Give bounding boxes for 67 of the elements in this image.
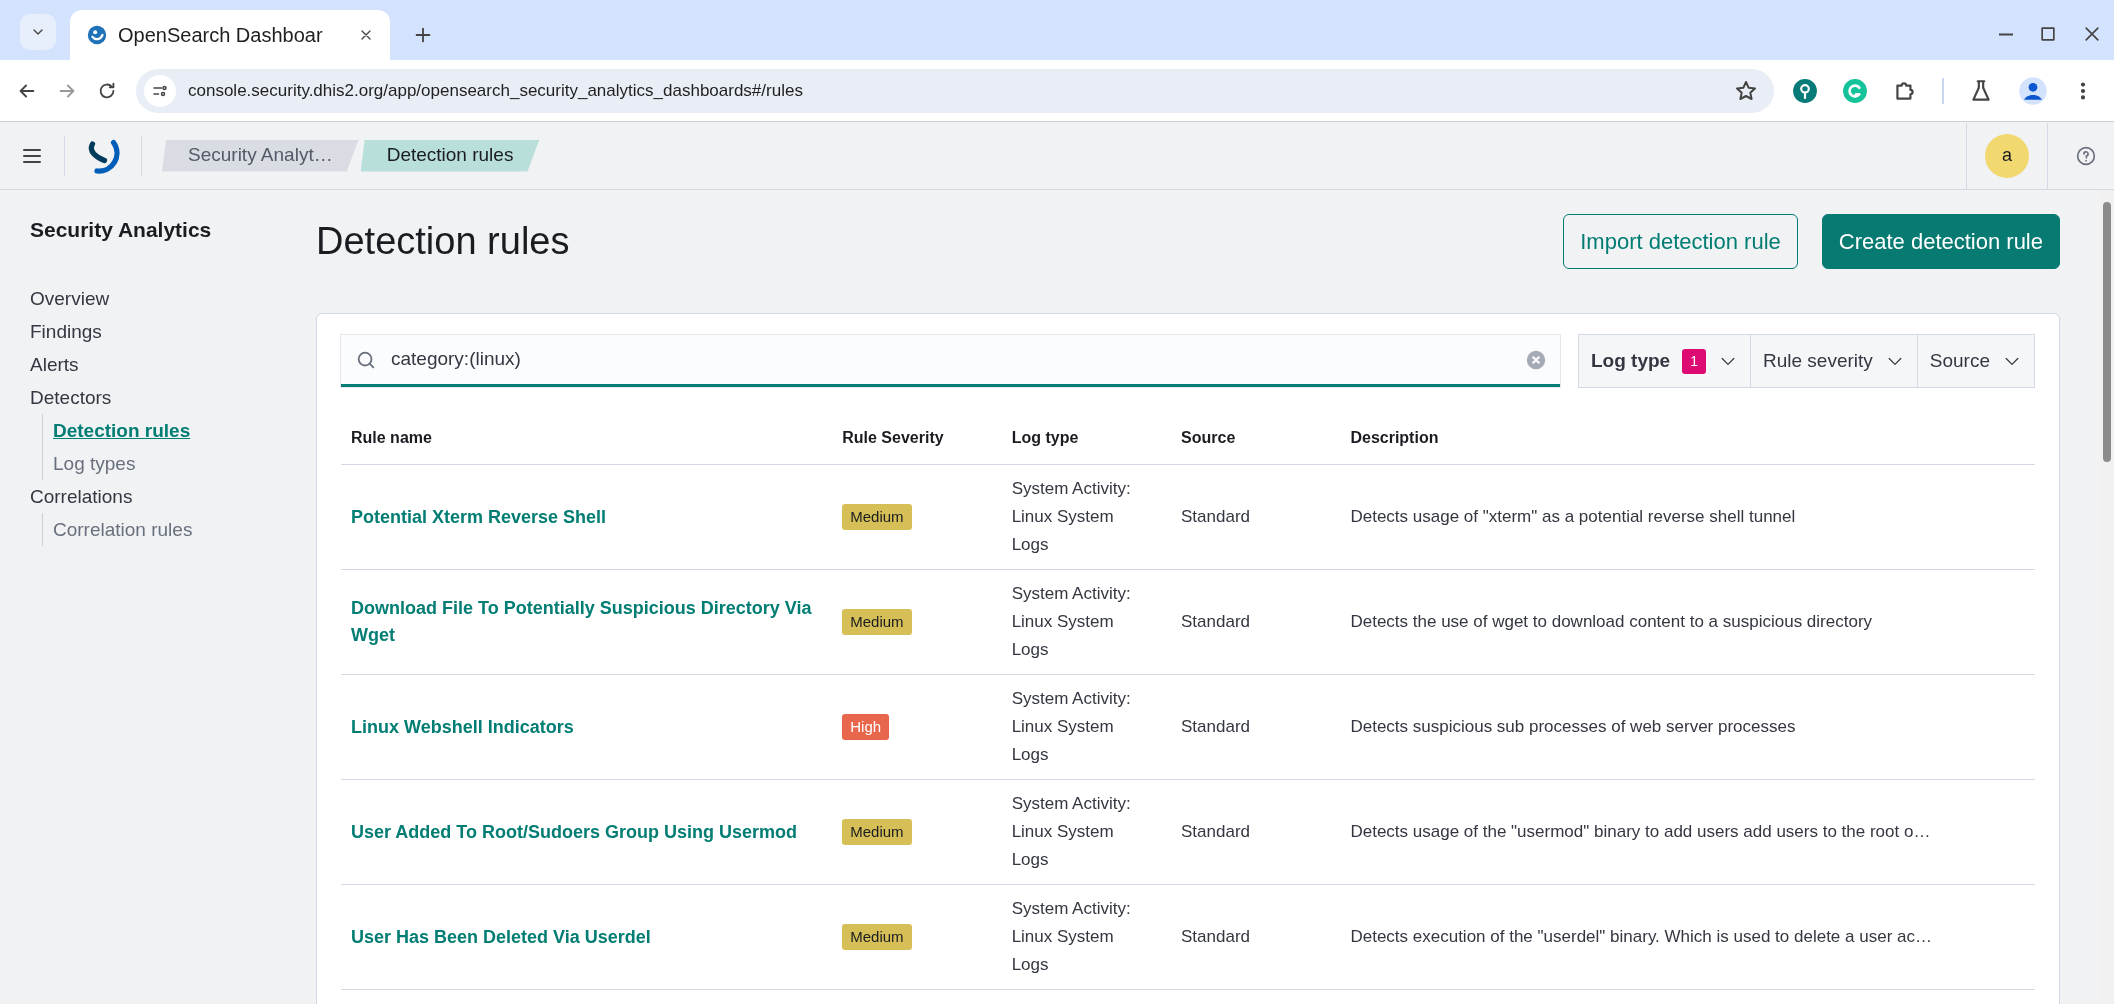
column-header[interactable]: Log type xyxy=(1001,412,1172,465)
sidebar-link[interactable]: Detectors xyxy=(30,380,280,414)
rule-name-link[interactable]: Download File To Potentially Suspicious Directory Via Wget xyxy=(351,595,823,649)
url-text: console.security.dhis2.org/app/opensearch_security_analytics_dashboards#/rules xyxy=(188,79,804,102)
sidebar-link[interactable]: Findings xyxy=(30,314,280,348)
description-cell: Detects the use of wget to download content to a suspicious directory xyxy=(1340,569,2035,675)
log-type-cell: System Activity: Linux System Logs xyxy=(1001,674,1172,780)
source-cell: Standard xyxy=(1171,569,1341,675)
severity-tag: Medium xyxy=(842,503,912,531)
log-type-cell: System Activity: Linux System Logs xyxy=(1001,884,1172,990)
help-button[interactable] xyxy=(2076,145,2096,166)
rule-name-link[interactable]: Linux Webshell Indicators xyxy=(351,713,574,741)
rule-name-link[interactable]: Potential Xterm Reverse Shell xyxy=(351,503,607,531)
source-cell: Standard xyxy=(1171,779,1341,885)
create-button[interactable]: Create detection rule xyxy=(1821,214,2060,269)
breadcrumb[interactable]: Security Analyt… xyxy=(162,139,359,172)
import-button[interactable]: Import detection rule xyxy=(1563,214,1798,269)
source-cell: Standard xyxy=(1171,674,1341,780)
page-title: Detection rules xyxy=(316,218,570,264)
maximize-icon xyxy=(2038,24,2058,44)
column-header[interactable]: Description xyxy=(1340,412,2035,465)
scrollbar-thumb[interactable] xyxy=(2103,202,2111,462)
filter-button[interactable]: Source xyxy=(1917,335,2034,387)
severity-tag: Medium xyxy=(842,818,912,846)
address-bar[interactable]: console.security.dhis2.org/app/opensearch_security_analytics_dashboards#/rules xyxy=(136,68,1774,113)
user-avatar[interactable]: a xyxy=(1985,133,2029,178)
description-cell: Detects execution of the "userdel" binary. Which is used to delete a user ac… xyxy=(1340,884,2035,990)
severity-tag: Medium xyxy=(842,608,912,636)
rule-name-link[interactable]: User Has Been Deleted Via Userdel xyxy=(351,923,651,951)
severity-tag: Medium xyxy=(842,923,912,951)
column-header[interactable]: Rule name xyxy=(341,412,833,465)
sidebar-link[interactable]: Correlation rules xyxy=(53,512,280,546)
filter-count: 1 xyxy=(1682,348,1706,374)
search-bar[interactable]: category:(linux) xyxy=(341,335,1560,387)
source-cell: Standard xyxy=(1171,464,1341,570)
rule-name-link[interactable]: User Added To Root/Sudoers Group Using Usermod xyxy=(351,818,798,846)
log-type-cell: System Activity: Linux System Logs xyxy=(1001,779,1172,885)
sidebar-link[interactable]: Alerts xyxy=(30,347,280,381)
tab-title: OpenSearch Dashboar xyxy=(118,23,324,48)
star-icon[interactable] xyxy=(1734,78,1758,103)
profile-icon[interactable] xyxy=(2018,75,2048,106)
description-cell: Detects usage of "xterm" as a potential reverse shell tunnel xyxy=(1340,464,2035,570)
severity-tag: High xyxy=(842,713,890,741)
sidebar-link[interactable]: Correlations xyxy=(30,479,280,513)
maximize-button[interactable] xyxy=(2038,24,2058,44)
help-icon xyxy=(2076,145,2096,166)
log-type-cell: System Activity: Linux System Logs xyxy=(1001,464,1172,570)
breadcrumb[interactable]: Detection rules xyxy=(360,139,540,172)
description-cell: Detects suspicious sub processes of web server processes xyxy=(1340,674,2035,780)
column-header[interactable]: Rule Severity xyxy=(832,412,1002,465)
sidebar-title: Security Analytics xyxy=(30,217,213,243)
sidebar-link[interactable]: Detection rules xyxy=(53,413,280,447)
minimize-icon xyxy=(1998,32,2014,36)
search-field[interactable]: category:(linux) xyxy=(389,344,1514,375)
filter-button[interactable]: Log type 1 xyxy=(1579,335,1751,387)
column-header[interactable]: Source xyxy=(1171,412,1341,465)
filter-button[interactable]: Rule severity xyxy=(1750,335,1918,387)
close-icon xyxy=(2082,24,2102,44)
description-cell: Detects usage of the "usermod" binary to add users add users to the root o… xyxy=(1340,779,2035,885)
sidebar-link[interactable]: Overview xyxy=(30,281,280,315)
logo-icon xyxy=(86,24,108,46)
sidebar-link[interactable]: Log types xyxy=(53,446,280,480)
browser-tab[interactable]: OpenSearch Dashboar xyxy=(70,10,390,60)
key-extension-icon[interactable] xyxy=(1792,77,1818,104)
close-window-button[interactable] xyxy=(2082,24,2102,44)
source-cell: Standard xyxy=(1171,884,1341,990)
log-type-cell: System Activity: Linux System Logs xyxy=(1001,569,1172,675)
